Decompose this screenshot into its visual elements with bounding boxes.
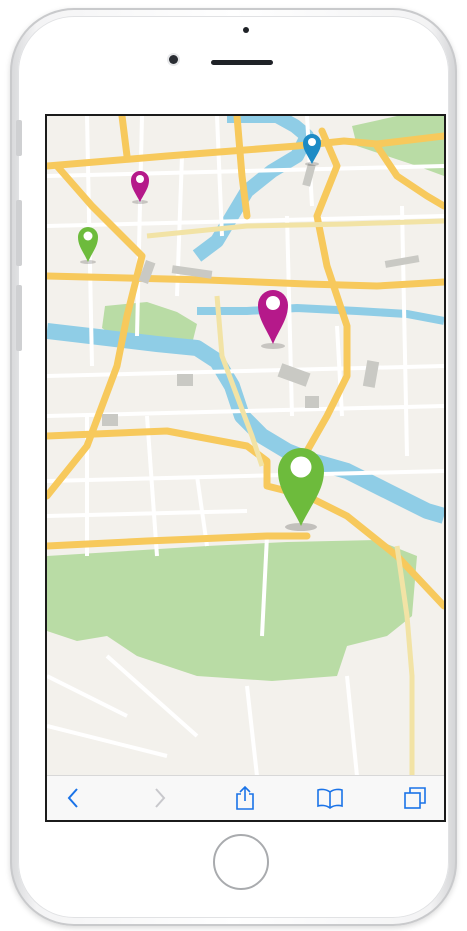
browser-toolbar xyxy=(47,775,444,820)
volume-down-button xyxy=(16,285,22,351)
front-camera xyxy=(169,55,178,64)
proximity-sensor xyxy=(243,27,249,33)
screen xyxy=(45,114,446,822)
bookmarks-icon xyxy=(317,788,343,809)
back-icon xyxy=(67,788,78,808)
home-button[interactable] xyxy=(213,834,269,890)
forward-icon xyxy=(155,788,166,808)
share-button[interactable] xyxy=(227,780,263,816)
earpiece-speaker xyxy=(211,60,273,65)
forward-button[interactable] xyxy=(142,780,178,816)
share-icon xyxy=(236,785,254,810)
map-view[interactable] xyxy=(47,116,444,776)
back-button[interactable] xyxy=(55,780,91,816)
bookmarks-button[interactable] xyxy=(312,780,348,816)
tabs-icon xyxy=(404,787,426,809)
mute-switch xyxy=(16,120,22,156)
volume-up-button xyxy=(16,200,22,266)
tabs-button[interactable] xyxy=(397,780,433,816)
